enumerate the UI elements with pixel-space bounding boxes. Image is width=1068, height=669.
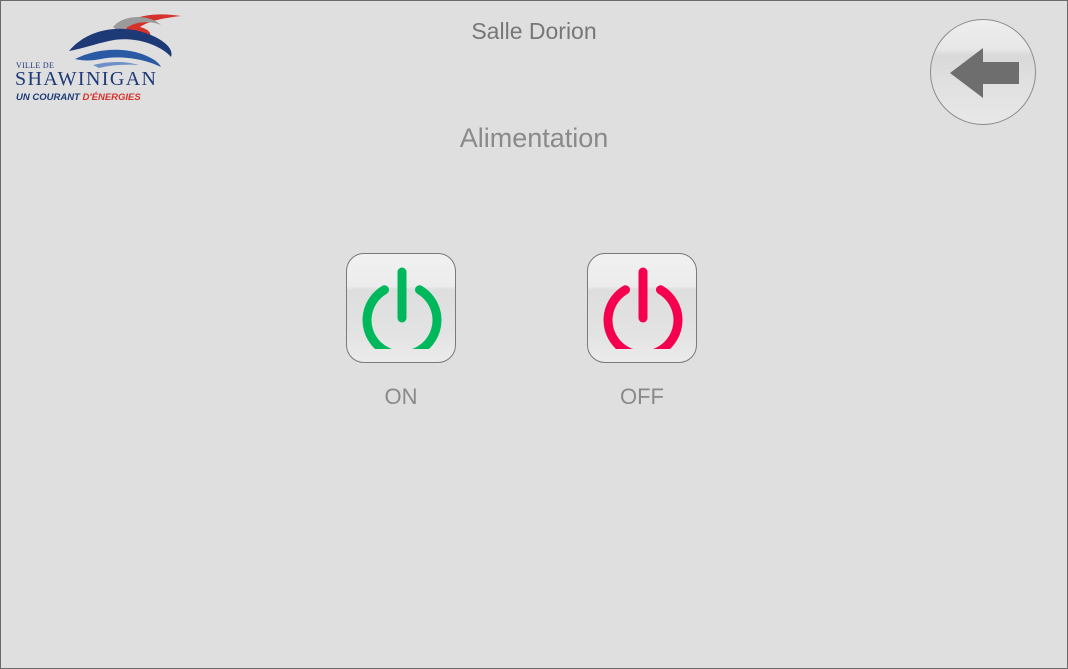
section-title: Alimentation: [459, 123, 609, 153]
power-off-label: OFF: [620, 384, 664, 409]
logo-tagline-part1: UN COURANT: [16, 92, 80, 103]
page-title: Salle Dorion: [471, 18, 597, 44]
power-icon: [603, 267, 683, 349]
arrow-left-icon: [950, 48, 1019, 98]
logo-city-text: SHAWINIGAN: [15, 68, 158, 90]
control-screen: VILLE DE SHAWINIGAN UN COURANT D'ÉNERGIE…: [0, 0, 1068, 669]
power-on-button[interactable]: [346, 253, 456, 363]
logo-tagline: UN COURANT D'ÉNERGIES: [16, 92, 141, 103]
logo-tagline-part2: D'ÉNERGIES: [82, 92, 141, 103]
power-off-button[interactable]: [587, 253, 697, 363]
power-icon: [362, 267, 442, 349]
back-button[interactable]: [930, 19, 1036, 125]
power-on-label: ON: [384, 384, 418, 409]
